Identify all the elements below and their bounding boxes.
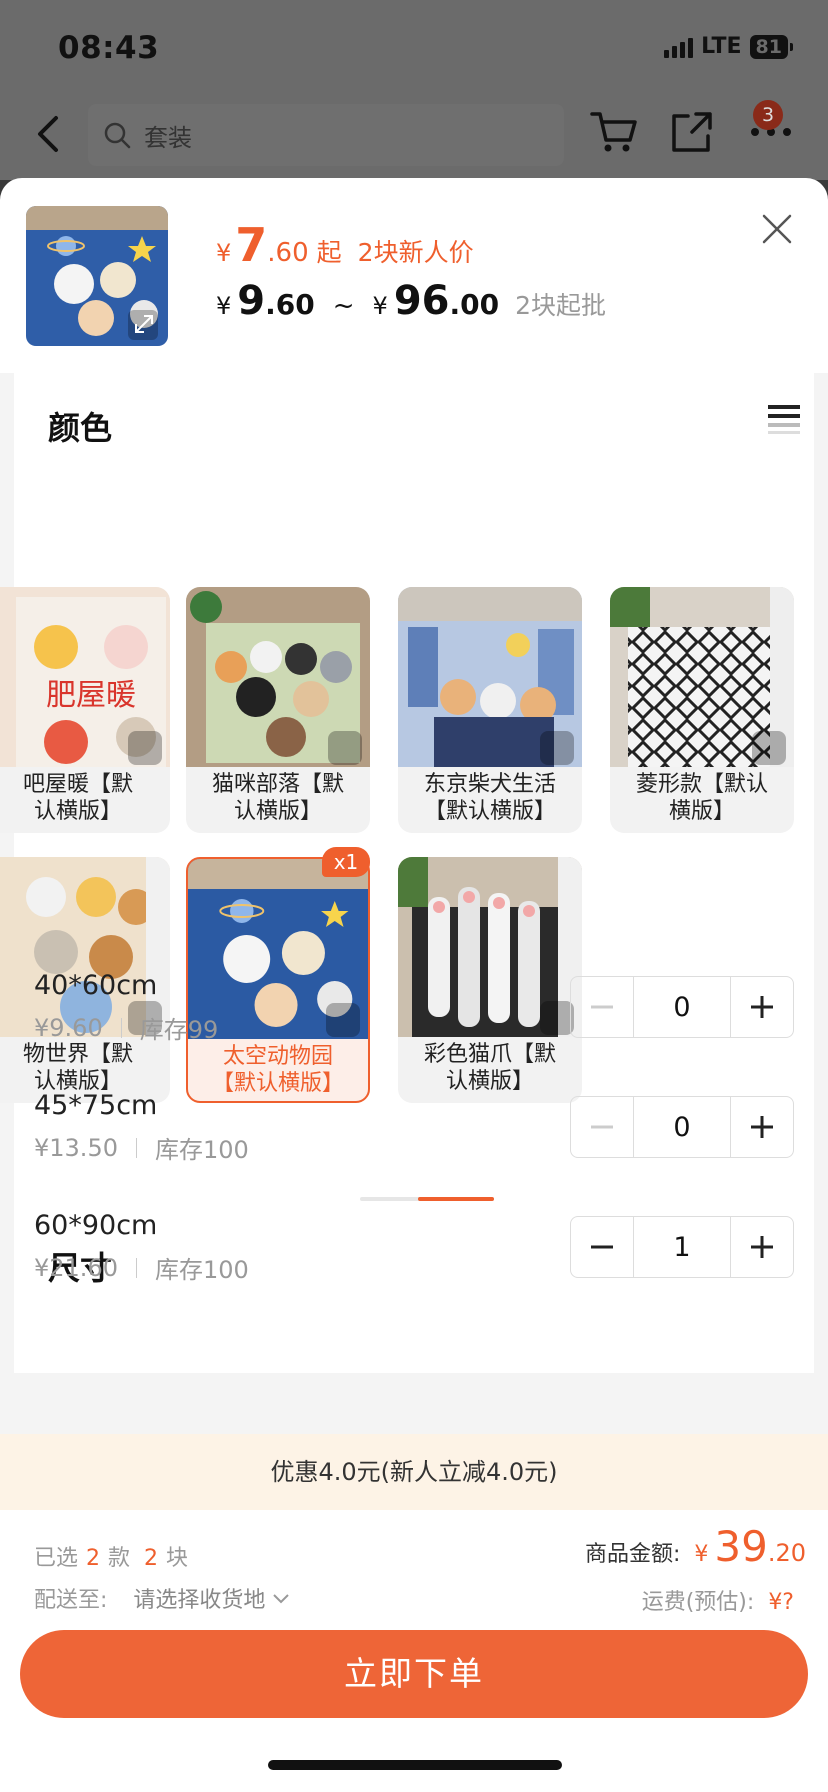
order-footer: 已选 2 款 2 块 配送至: 请选择收货地 商品金额: ¥ 39 .20 运费(预估)… <box>0 1510 828 1792</box>
min-order-quantity: 2块起批 <box>515 291 606 320</box>
home-indicator <box>268 1760 562 1770</box>
quantity-input[interactable]: 0 <box>633 1097 731 1157</box>
divider <box>135 1137 137 1158</box>
signal-icon <box>664 36 694 58</box>
size-stock: 库存100 <box>154 1256 249 1284</box>
top-nav: 套装 3 <box>0 100 828 180</box>
color-section-title: 颜色 <box>48 409 113 447</box>
new-user-price-note: 2块新人价 <box>357 238 474 267</box>
selected-summary: 已选 2 款 2 块 <box>34 1546 189 1571</box>
divider <box>120 1017 122 1038</box>
decrement-button[interactable] <box>571 1217 633 1277</box>
total-amount: 商品金额: ¥ 39 .20 <box>584 1522 806 1571</box>
color-option-0[interactable]: 肥屋暖 吧屋暖【默 认横版】 <box>0 587 170 833</box>
size-stock: 库存100 <box>154 1136 249 1164</box>
sheet-header: ¥ 7 .60 起 2块新人价 ¥ 9 .60 ~ ¥ 96 .00 2块起批 <box>0 178 828 373</box>
size-row-1: 45*75cm ¥13.50 库存100 0 <box>34 1090 794 1180</box>
color-option-label: 猫咪部落【默 认横版】 <box>211 772 344 824</box>
back-icon[interactable] <box>28 112 72 156</box>
ship-value: 请选择收货地 <box>133 1588 266 1613</box>
decrement-button[interactable] <box>571 1097 633 1157</box>
size-price: ¥21.60 <box>34 1253 118 1282</box>
size-meta: ¥9.60 库存99 <box>34 1010 218 1045</box>
battery-icon: 81 <box>749 34 794 59</box>
page-indicator <box>360 1197 494 1201</box>
place-order-button[interactable]: 立即下单 <box>20 1630 808 1718</box>
size-price: ¥9.60 <box>34 1013 103 1042</box>
plus-icon <box>751 996 773 1018</box>
close-icon[interactable] <box>760 212 794 246</box>
size-meta: ¥21.60 库存100 <box>34 1250 249 1285</box>
increment-button[interactable] <box>731 1097 793 1157</box>
promo-banner: 优惠4.0元(新人立减4.0元) <box>0 1434 828 1510</box>
cart-icon[interactable] <box>588 106 640 158</box>
color-option-3[interactable]: 菱形款【默认 横版】 <box>610 587 794 833</box>
shipping-address-selector[interactable]: 配送至: 请选择收货地 <box>34 1582 291 1614</box>
chevron-down-icon <box>273 1594 290 1604</box>
plus-icon <box>751 1116 773 1138</box>
page-indicator-active <box>418 1197 494 1201</box>
product-thumbnail[interactable] <box>26 206 168 346</box>
search-input[interactable]: 套装 <box>88 104 564 166</box>
quantity-stepper: 0 <box>570 1096 794 1158</box>
quantity-stepper: 1 <box>570 1216 794 1278</box>
search-icon <box>104 122 131 149</box>
plus-icon <box>751 1236 773 1258</box>
color-option-label: 菱形款【默认 横版】 <box>635 772 768 824</box>
size-price: ¥13.50 <box>34 1133 118 1162</box>
quantity-input[interactable]: 0 <box>633 977 731 1037</box>
increment-button[interactable] <box>731 1217 793 1277</box>
svg-text:肥屋暖: 肥屋暖 <box>46 678 136 713</box>
status-indicators: LTE 81 <box>664 34 794 59</box>
network-label: LTE <box>701 34 742 59</box>
list-view-icon[interactable] <box>768 403 800 435</box>
status-time: 08:43 <box>58 30 160 66</box>
decrement-button[interactable] <box>571 977 633 1037</box>
share-icon[interactable] <box>666 106 718 158</box>
quantity-input[interactable]: 1 <box>633 1217 731 1277</box>
starting-price: ¥ 7 .60 起 2块新人价 <box>216 218 474 272</box>
freight-estimate: 运费(预估): ¥? <box>641 1590 794 1615</box>
status-bar: 08:43 LTE 81 <box>0 0 828 100</box>
size-meta: ¥13.50 库存100 <box>34 1130 249 1165</box>
cart-badge: 3 <box>753 100 783 130</box>
expand-icon[interactable] <box>128 731 162 765</box>
search-placeholder: 套装 <box>144 123 192 152</box>
size-name: 60*90cm <box>34 1210 158 1241</box>
size-row-2: 60*90cm ¥21.60 库存100 1 <box>34 1210 794 1300</box>
minus-icon <box>591 1245 613 1249</box>
size-name: 45*75cm <box>34 1090 158 1121</box>
color-option-label: 吧屋暖【默 认横版】 <box>22 772 133 824</box>
minus-icon <box>591 1005 613 1009</box>
expand-icon[interactable] <box>328 731 362 765</box>
divider <box>135 1257 137 1278</box>
selected-count-badge: x1 <box>322 847 370 877</box>
price-range: ¥ 9 .60 ~ ¥ 96 .00 2块起批 <box>216 278 606 324</box>
minus-icon <box>591 1125 613 1129</box>
increment-button[interactable] <box>731 977 793 1037</box>
expand-icon[interactable] <box>540 731 574 765</box>
quantity-stepper: 0 <box>570 976 794 1038</box>
color-option-1[interactable]: 猫咪部落【默 认横版】 <box>186 587 370 833</box>
size-row-0: 40*60cm ¥9.60 库存99 0 <box>34 970 794 1060</box>
color-option-2[interactable]: 东京柴犬生活 【默认横版】 <box>398 587 582 833</box>
color-option-label: 东京柴犬生活 【默认横版】 <box>423 772 556 824</box>
expand-icon[interactable] <box>752 731 786 765</box>
size-name: 40*60cm <box>34 970 158 1001</box>
size-stock: 库存99 <box>139 1016 219 1044</box>
ship-label: 配送至: <box>34 1588 108 1613</box>
